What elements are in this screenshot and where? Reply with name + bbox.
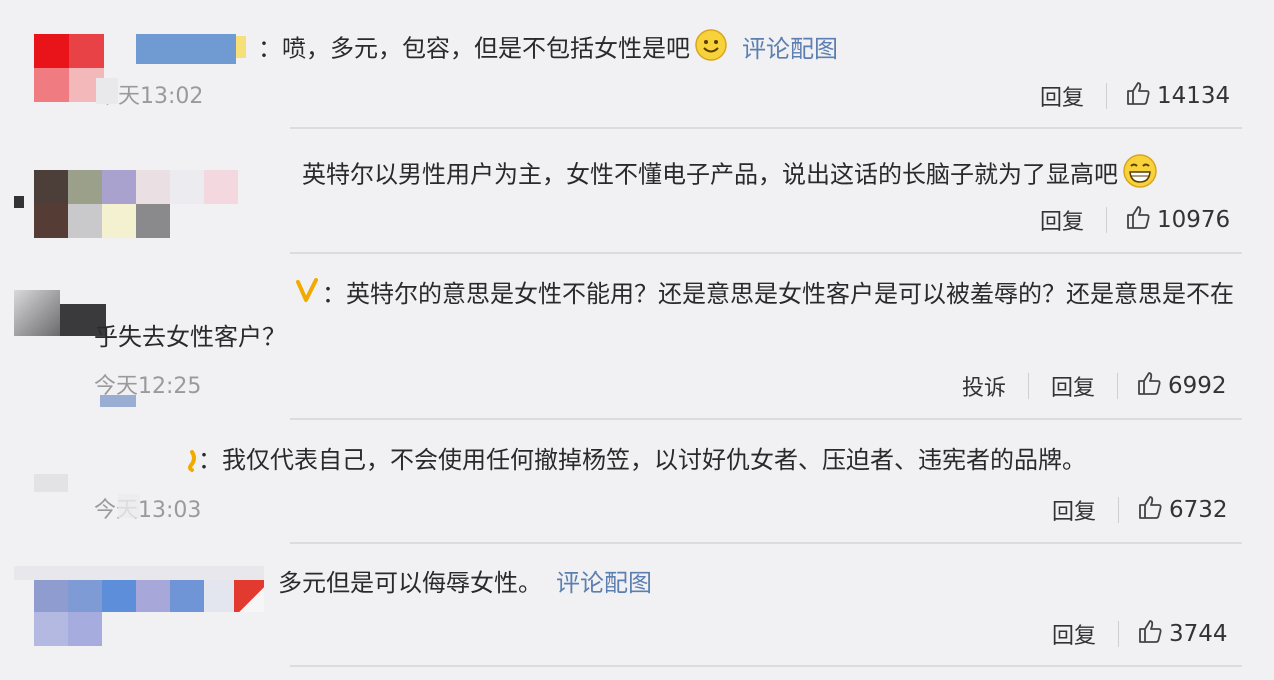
comment-text: 英特尔以男性用户为主，女性不懂电子产品，说出这话的长脑子就为了显高吧	[302, 153, 1158, 198]
comment-divider	[290, 252, 1242, 254]
verify-icon	[236, 36, 246, 58]
username-blurred[interactable]	[136, 34, 236, 64]
comment-divider	[290, 665, 1242, 667]
thumbs-up-icon	[1137, 494, 1169, 526]
reply-button[interactable]: 回复	[1048, 494, 1100, 526]
comment-image-link[interactable]: 评论配图	[556, 569, 652, 597]
reply-button[interactable]: 回复	[1048, 618, 1100, 650]
like-count: 10976	[1157, 207, 1231, 233]
like-count: 6992	[1168, 373, 1227, 399]
thumbs-up-icon	[1136, 370, 1168, 402]
comment-time: 今天13:03	[94, 498, 202, 523]
comment-divider	[290, 418, 1242, 420]
avatar[interactable]	[34, 474, 68, 492]
comment-actions: 回复 10976	[1036, 204, 1230, 236]
like-count: 3744	[1169, 621, 1228, 647]
like-button[interactable]: 3744	[1137, 618, 1228, 650]
thumbs-up-icon	[1125, 80, 1157, 112]
divider	[1106, 83, 1108, 109]
comment-actions: 回复 6732	[1048, 494, 1228, 526]
like-button[interactable]: 6992	[1136, 370, 1227, 402]
divider	[1117, 373, 1119, 399]
thumbs-up-icon	[1137, 618, 1169, 650]
report-button[interactable]: 投诉	[958, 370, 1010, 402]
reply-button[interactable]: 回复	[1047, 370, 1099, 402]
verified-v-icon	[186, 450, 198, 476]
like-button[interactable]: 6732	[1137, 494, 1228, 526]
reply-button[interactable]: 回复	[1036, 204, 1088, 236]
avatar[interactable]	[34, 170, 238, 238]
divider	[1106, 207, 1108, 233]
verified-v-icon	[296, 278, 318, 308]
avatar[interactable]	[14, 566, 264, 646]
comment-time: 今天12:25	[94, 374, 202, 399]
reply-button[interactable]: 回复	[1036, 80, 1088, 112]
comment-actions: 回复 3744	[1048, 618, 1228, 650]
divider	[1028, 373, 1030, 399]
like-count: 14134	[1157, 83, 1231, 109]
avatar[interactable]	[34, 34, 104, 102]
comment-text-continued: 乎失去女性客户？	[94, 323, 286, 351]
avatar[interactable]	[14, 290, 106, 336]
divider	[1118, 621, 1120, 647]
like-button[interactable]: 10976	[1125, 204, 1230, 236]
comment-list: ：喷，多元，包容，但是不包括女性是吧 评论配图 今天13:02 回复 14134…	[0, 0, 1274, 680]
like-button[interactable]: 14134	[1125, 80, 1230, 112]
comment-divider	[290, 542, 1242, 544]
thumbs-up-icon	[1125, 204, 1157, 236]
comment-text: ：我仅代表自己，不会使用任何撤掉杨笠，以讨好仇女者、压迫者、违宪者的品牌。	[198, 446, 1086, 474]
grin-emoji-icon	[1122, 153, 1158, 198]
comment-text: ：喷，多元，包容，但是不包括女性是吧 评论配图	[258, 28, 838, 71]
comment-text: ：英特尔的意思是女性不能用？还是意思是女性客户是可以被羞辱的？还是意思是不在	[322, 280, 1234, 308]
comment-actions: 回复 14134	[1036, 80, 1230, 112]
smile-emoji-icon	[694, 28, 728, 71]
comment-divider	[290, 127, 1242, 129]
divider	[1118, 497, 1120, 523]
comment-text: 多元但是可以侮辱女性。 评论配图	[278, 569, 652, 597]
like-count: 6732	[1169, 497, 1228, 523]
comment-image-link[interactable]: 评论配图	[742, 35, 838, 63]
comment-actions: 投诉 回复 6992	[958, 370, 1227, 402]
